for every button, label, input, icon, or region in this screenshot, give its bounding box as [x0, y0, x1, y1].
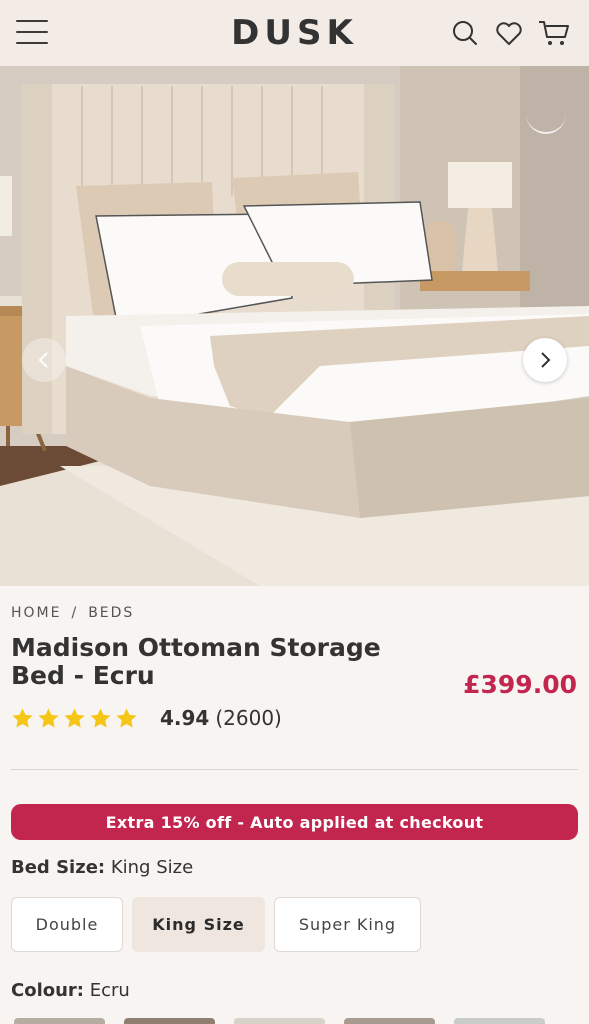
- bed-size-label-text: Bed Size:: [11, 857, 106, 878]
- chevron-left-icon: [38, 352, 48, 368]
- rating-count[interactable]: (2600): [215, 706, 282, 730]
- colour-label: Colour: Ecru: [11, 980, 130, 1001]
- size-option-super-king[interactable]: Super King: [274, 897, 421, 952]
- colour-swatch[interactable]: [124, 1018, 215, 1024]
- colour-swatch[interactable]: [234, 1018, 325, 1024]
- breadcrumb-separator: /: [71, 605, 79, 621]
- breadcrumb: HOME / BEDS: [11, 605, 134, 621]
- search-icon[interactable]: [450, 18, 480, 48]
- star-icon: [38, 707, 59, 728]
- colour-swatch[interactable]: [454, 1018, 545, 1024]
- gallery-prev-button[interactable]: [22, 338, 66, 382]
- product-price: £399.00: [463, 670, 577, 699]
- star-icon: [116, 707, 137, 728]
- bed-product-photo: [0, 66, 589, 586]
- colour-swatch[interactable]: [344, 1018, 435, 1024]
- colour-label-text: Colour:: [11, 980, 85, 1001]
- rating-stars: [11, 707, 138, 730]
- product-title: Madison Ottoman Storage Bed - Ecru: [11, 633, 381, 690]
- bed-size-value: King Size: [110, 857, 194, 878]
- gallery-next-button[interactable]: [523, 338, 567, 382]
- bed-size-label: Bed Size: King Size: [11, 857, 193, 878]
- size-option-king-size[interactable]: King Size: [132, 897, 265, 952]
- colour-value: Ecru: [89, 980, 130, 1001]
- star-icon: [64, 707, 85, 728]
- site-header: DUSK: [0, 0, 589, 66]
- heart-icon[interactable]: [494, 18, 524, 48]
- star-icon: [12, 707, 33, 728]
- rating-score: 4.94: [160, 706, 210, 730]
- promo-banner: Extra 15% off - Auto applied at checkout: [11, 804, 578, 840]
- chevron-right-icon: [541, 352, 551, 368]
- product-image-gallery[interactable]: [0, 66, 589, 586]
- breadcrumb-home[interactable]: HOME: [11, 605, 61, 621]
- breadcrumb-beds[interactable]: BEDS: [88, 605, 134, 621]
- cart-icon[interactable]: [537, 18, 571, 48]
- star-icon: [90, 707, 111, 728]
- divider: [11, 769, 578, 770]
- colour-swatch[interactable]: [14, 1018, 105, 1024]
- size-option-double[interactable]: Double: [11, 897, 123, 952]
- product-rating[interactable]: 4.94 (2600): [11, 706, 282, 730]
